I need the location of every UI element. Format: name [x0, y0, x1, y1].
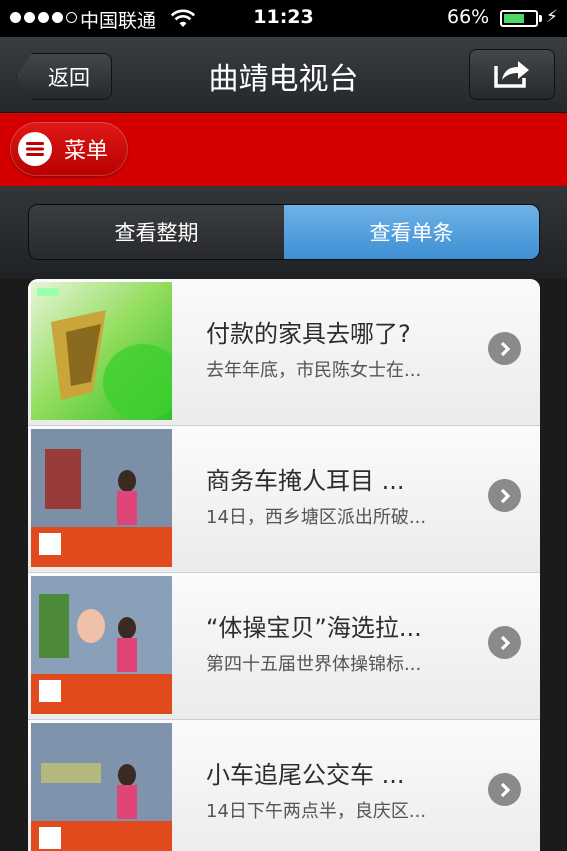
- thumbnail-image: [31, 723, 172, 851]
- battery-tip: [539, 15, 542, 22]
- item-title: 小车追尾公交车 ...: [206, 761, 405, 789]
- item-title: “体操宝贝”海选拉...: [206, 614, 422, 642]
- share-icon: [492, 56, 532, 94]
- news-list: 付款的家具去哪了? 去年年底，市民陈女士在... 商务车掩人耳目 ... 14日…: [28, 279, 540, 851]
- navigation-bar: 返回 曲靖电视台: [0, 37, 567, 113]
- item-title: 付款的家具去哪了?: [206, 320, 411, 348]
- list-item[interactable]: 付款的家具去哪了? 去年年底，市民陈女士在...: [28, 279, 540, 426]
- item-summary: 14日，西乡塘区派出所破...: [206, 507, 427, 528]
- item-summary: 去年年底，市民陈女士在...: [206, 360, 422, 381]
- charging-bolt-icon: ⚡: [546, 7, 558, 27]
- thumbnail-image: [31, 282, 172, 420]
- chevron-right-icon[interactable]: [488, 332, 521, 365]
- chevron-right-icon[interactable]: [488, 626, 521, 659]
- segment-single-item[interactable]: 查看单条: [284, 205, 539, 259]
- menu-label: 菜单: [64, 139, 109, 164]
- battery-percent: 66%: [447, 6, 490, 28]
- list-item[interactable]: “体操宝贝”海选拉... 第四十五届世界体操锦标...: [28, 573, 540, 720]
- thumbnail-image: [31, 576, 172, 714]
- item-title: 商务车掩人耳目 ...: [206, 467, 405, 495]
- thumbnail-image: [31, 429, 172, 567]
- hamburger-icon: [18, 132, 52, 166]
- chevron-right-icon[interactable]: [488, 773, 521, 806]
- item-summary: 14日下午两点半，良庆区...: [206, 801, 427, 822]
- status-bar: 中国联通 11:23 66% ⚡: [0, 0, 567, 37]
- item-summary: 第四十五届世界体操锦标...: [206, 654, 422, 675]
- segment-full-episode[interactable]: 查看整期: [29, 205, 284, 259]
- chevron-right-icon[interactable]: [488, 479, 521, 512]
- battery-icon: [500, 10, 538, 27]
- list-item[interactable]: 商务车掩人耳目 ... 14日，西乡塘区派出所破...: [28, 426, 540, 573]
- share-button[interactable]: [469, 49, 555, 100]
- segment-bar: 查看整期 查看单条: [0, 186, 567, 279]
- list-item[interactable]: 小车追尾公交车 ... 14日下午两点半，良庆区...: [28, 720, 540, 851]
- menu-bar: 菜单: [0, 113, 567, 186]
- view-mode-segmented-control: 查看整期 查看单条: [28, 204, 540, 260]
- menu-button[interactable]: 菜单: [10, 122, 128, 176]
